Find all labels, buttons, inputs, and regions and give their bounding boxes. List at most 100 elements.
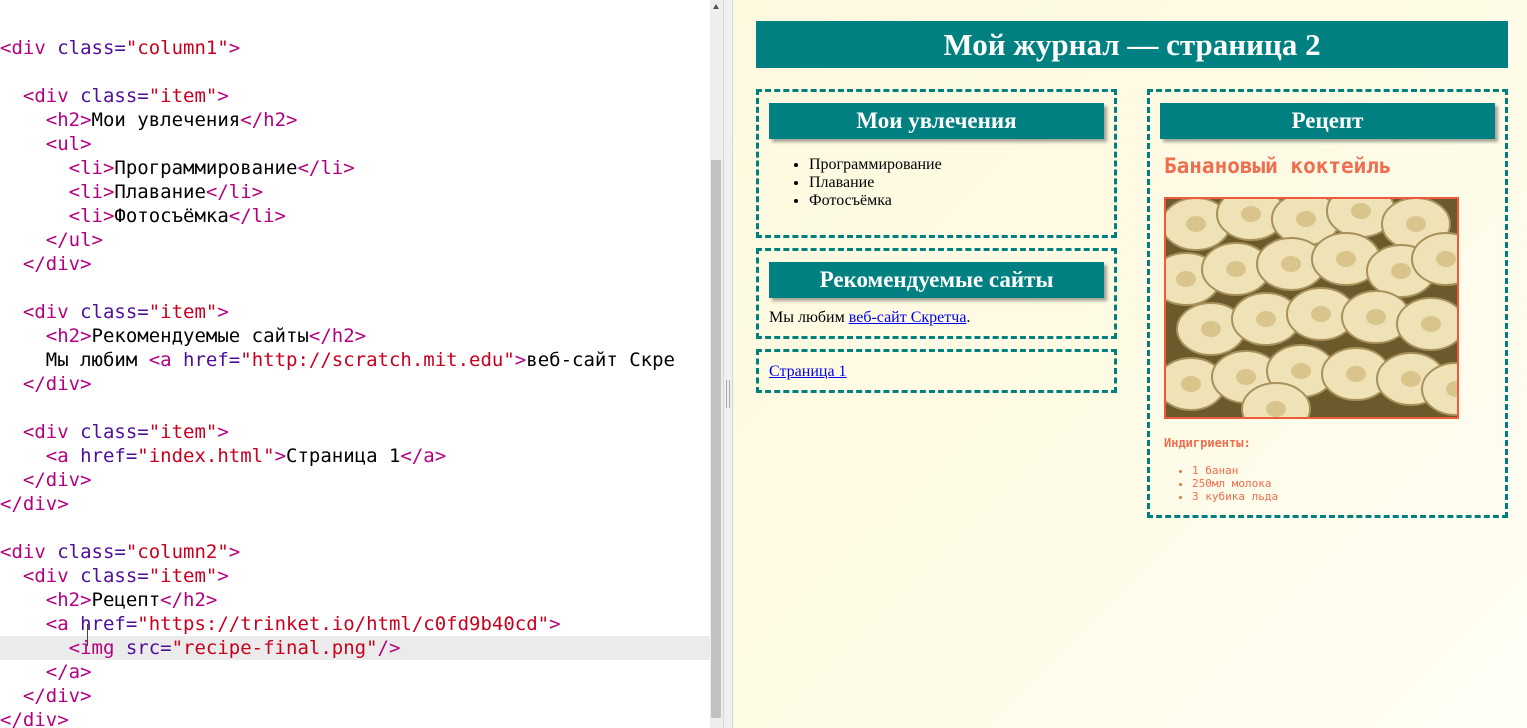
page-1-link[interactable]: Страница 1 (769, 363, 847, 381)
code-line[interactable]: <h2>Рецепт</h2> (0, 588, 710, 612)
banana-slices-image[interactable] (1164, 197, 1459, 419)
sites-heading: Рекомендуемые сайты (819, 267, 1054, 292)
code-token: class= (57, 541, 126, 563)
ingredients-list: 1 банан 250мл молока 3 кубика льда (1164, 464, 1278, 503)
code-token: class= (80, 565, 149, 587)
editor-scrollbar[interactable] (710, 0, 723, 728)
code-line[interactable] (0, 12, 710, 36)
code-line[interactable]: </div> (0, 252, 710, 276)
code-token: href= (183, 349, 241, 371)
code-token: </ul> (45, 229, 103, 251)
banana-slice-core (1226, 261, 1246, 277)
code-line[interactable]: <li>Программирование</li> (0, 156, 710, 180)
code-line[interactable]: <div class="item"> (0, 300, 710, 324)
code-token: <div (22, 85, 81, 107)
code-editor[interactable]: <div class="column1"> <div class="item">… (0, 0, 710, 728)
banana-slice-core (1256, 311, 1276, 327)
code-line[interactable]: </a> (0, 660, 710, 684)
code-token: > (549, 613, 561, 635)
banana-slice-core (1291, 363, 1311, 379)
sites-text: Мы любим веб-сайт Скретча. (769, 309, 970, 327)
sites-heading-box: Рекомендуемые сайты (769, 262, 1104, 298)
pane-divider[interactable] (723, 0, 733, 728)
code-token: <h2> (45, 589, 92, 611)
code-token: "index.html" (137, 445, 275, 467)
banana-slice-core (1366, 309, 1386, 325)
code-line[interactable]: <div class="item"> (0, 420, 710, 444)
code-token: "http://scratch.mit.edu" (240, 349, 515, 371)
divider-grip-icon[interactable] (726, 380, 730, 408)
code-line[interactable]: </div> (0, 684, 710, 708)
code-line[interactable]: <li>Плавание</li> (0, 180, 710, 204)
banana-slice-core (1241, 206, 1261, 222)
code-line[interactable]: <div class="item"> (0, 84, 710, 108)
code-line[interactable]: <h2>Рекомендуемые сайты</h2> (0, 324, 710, 348)
code-token: <a (45, 613, 81, 635)
code-line[interactable] (0, 276, 710, 300)
code-line[interactable]: <a href="index.html">Страница 1</a> (0, 444, 710, 468)
code-line[interactable]: <li>Фотосъёмка</li> (0, 204, 710, 228)
code-token: "item" (148, 301, 218, 323)
code-line[interactable]: </div> (0, 468, 710, 492)
code-token: src= (125, 637, 172, 659)
hobbies-heading-box: Мои увлечения (769, 103, 1104, 139)
recipe-heading-box: Рецепт (1160, 103, 1495, 139)
code-line[interactable] (0, 396, 710, 420)
banana-slice-core (1391, 263, 1411, 279)
code-line[interactable]: Мы любим <a href="http://scratch.mit.edu… (0, 348, 710, 372)
code-line[interactable]: <img src="recipe-final.png"/> (0, 636, 710, 660)
banana-slice-core (1401, 371, 1421, 387)
code-token: "item" (148, 85, 218, 107)
ingredient-item: 3 кубика льда (1192, 490, 1278, 503)
code-line[interactable]: </div> (0, 372, 710, 396)
code-line[interactable] (0, 516, 710, 540)
code-line[interactable]: <div class="column2"> (0, 540, 710, 564)
code-token: <div (0, 37, 58, 59)
code-line[interactable]: </ul> (0, 228, 710, 252)
banana-slice-core (1436, 251, 1456, 267)
code-token: href= (80, 613, 138, 635)
code-line[interactable]: <div class="item"> (0, 564, 710, 588)
code-token: "column2" (125, 541, 229, 563)
code-line[interactable] (0, 60, 710, 84)
page-header: Мой журнал — страница 2 (756, 21, 1508, 68)
code-token: <h2> (45, 109, 92, 131)
banana-slice-core (1336, 251, 1356, 267)
sites-text-before: Мы любим (769, 309, 849, 326)
code-token: </li> (228, 205, 286, 227)
code-token: </a> (400, 445, 447, 467)
banana-slice-core (1201, 321, 1221, 337)
list-item: Плавание (809, 174, 942, 192)
scrollbar-thumb[interactable] (711, 160, 721, 718)
code-line[interactable]: </div> (0, 492, 710, 516)
banana-slice-core (1236, 369, 1256, 385)
code-token: Мы любим (0, 349, 149, 371)
list-item: Программирование (809, 156, 942, 174)
sites-item: Рекомендуемые сайты Мы любим веб-сайт Ск… (756, 248, 1117, 339)
scroll-up-arrow-icon[interactable] (710, 0, 723, 14)
code-line[interactable]: </div> (0, 708, 710, 728)
code-line[interactable]: <a href="https://trinket.io/html/c0fd9b4… (0, 612, 710, 636)
code-token: <li> (68, 205, 115, 227)
code-line[interactable]: <div class="column1"> (0, 36, 710, 60)
code-line[interactable]: <h2>Мои увлечения</h2> (0, 108, 710, 132)
code-token: <li> (68, 181, 115, 203)
code-token: <div (22, 565, 81, 587)
code-token: class= (80, 85, 149, 107)
code-token: > (228, 37, 241, 59)
code-line[interactable]: <ul> (0, 132, 710, 156)
banana-slices-icon (1166, 199, 1457, 417)
scratch-link[interactable]: веб-сайт Скретча (849, 309, 967, 326)
recipe-item: Рецепт Банановый коктейль Индигриенты: 1… (1147, 89, 1508, 518)
